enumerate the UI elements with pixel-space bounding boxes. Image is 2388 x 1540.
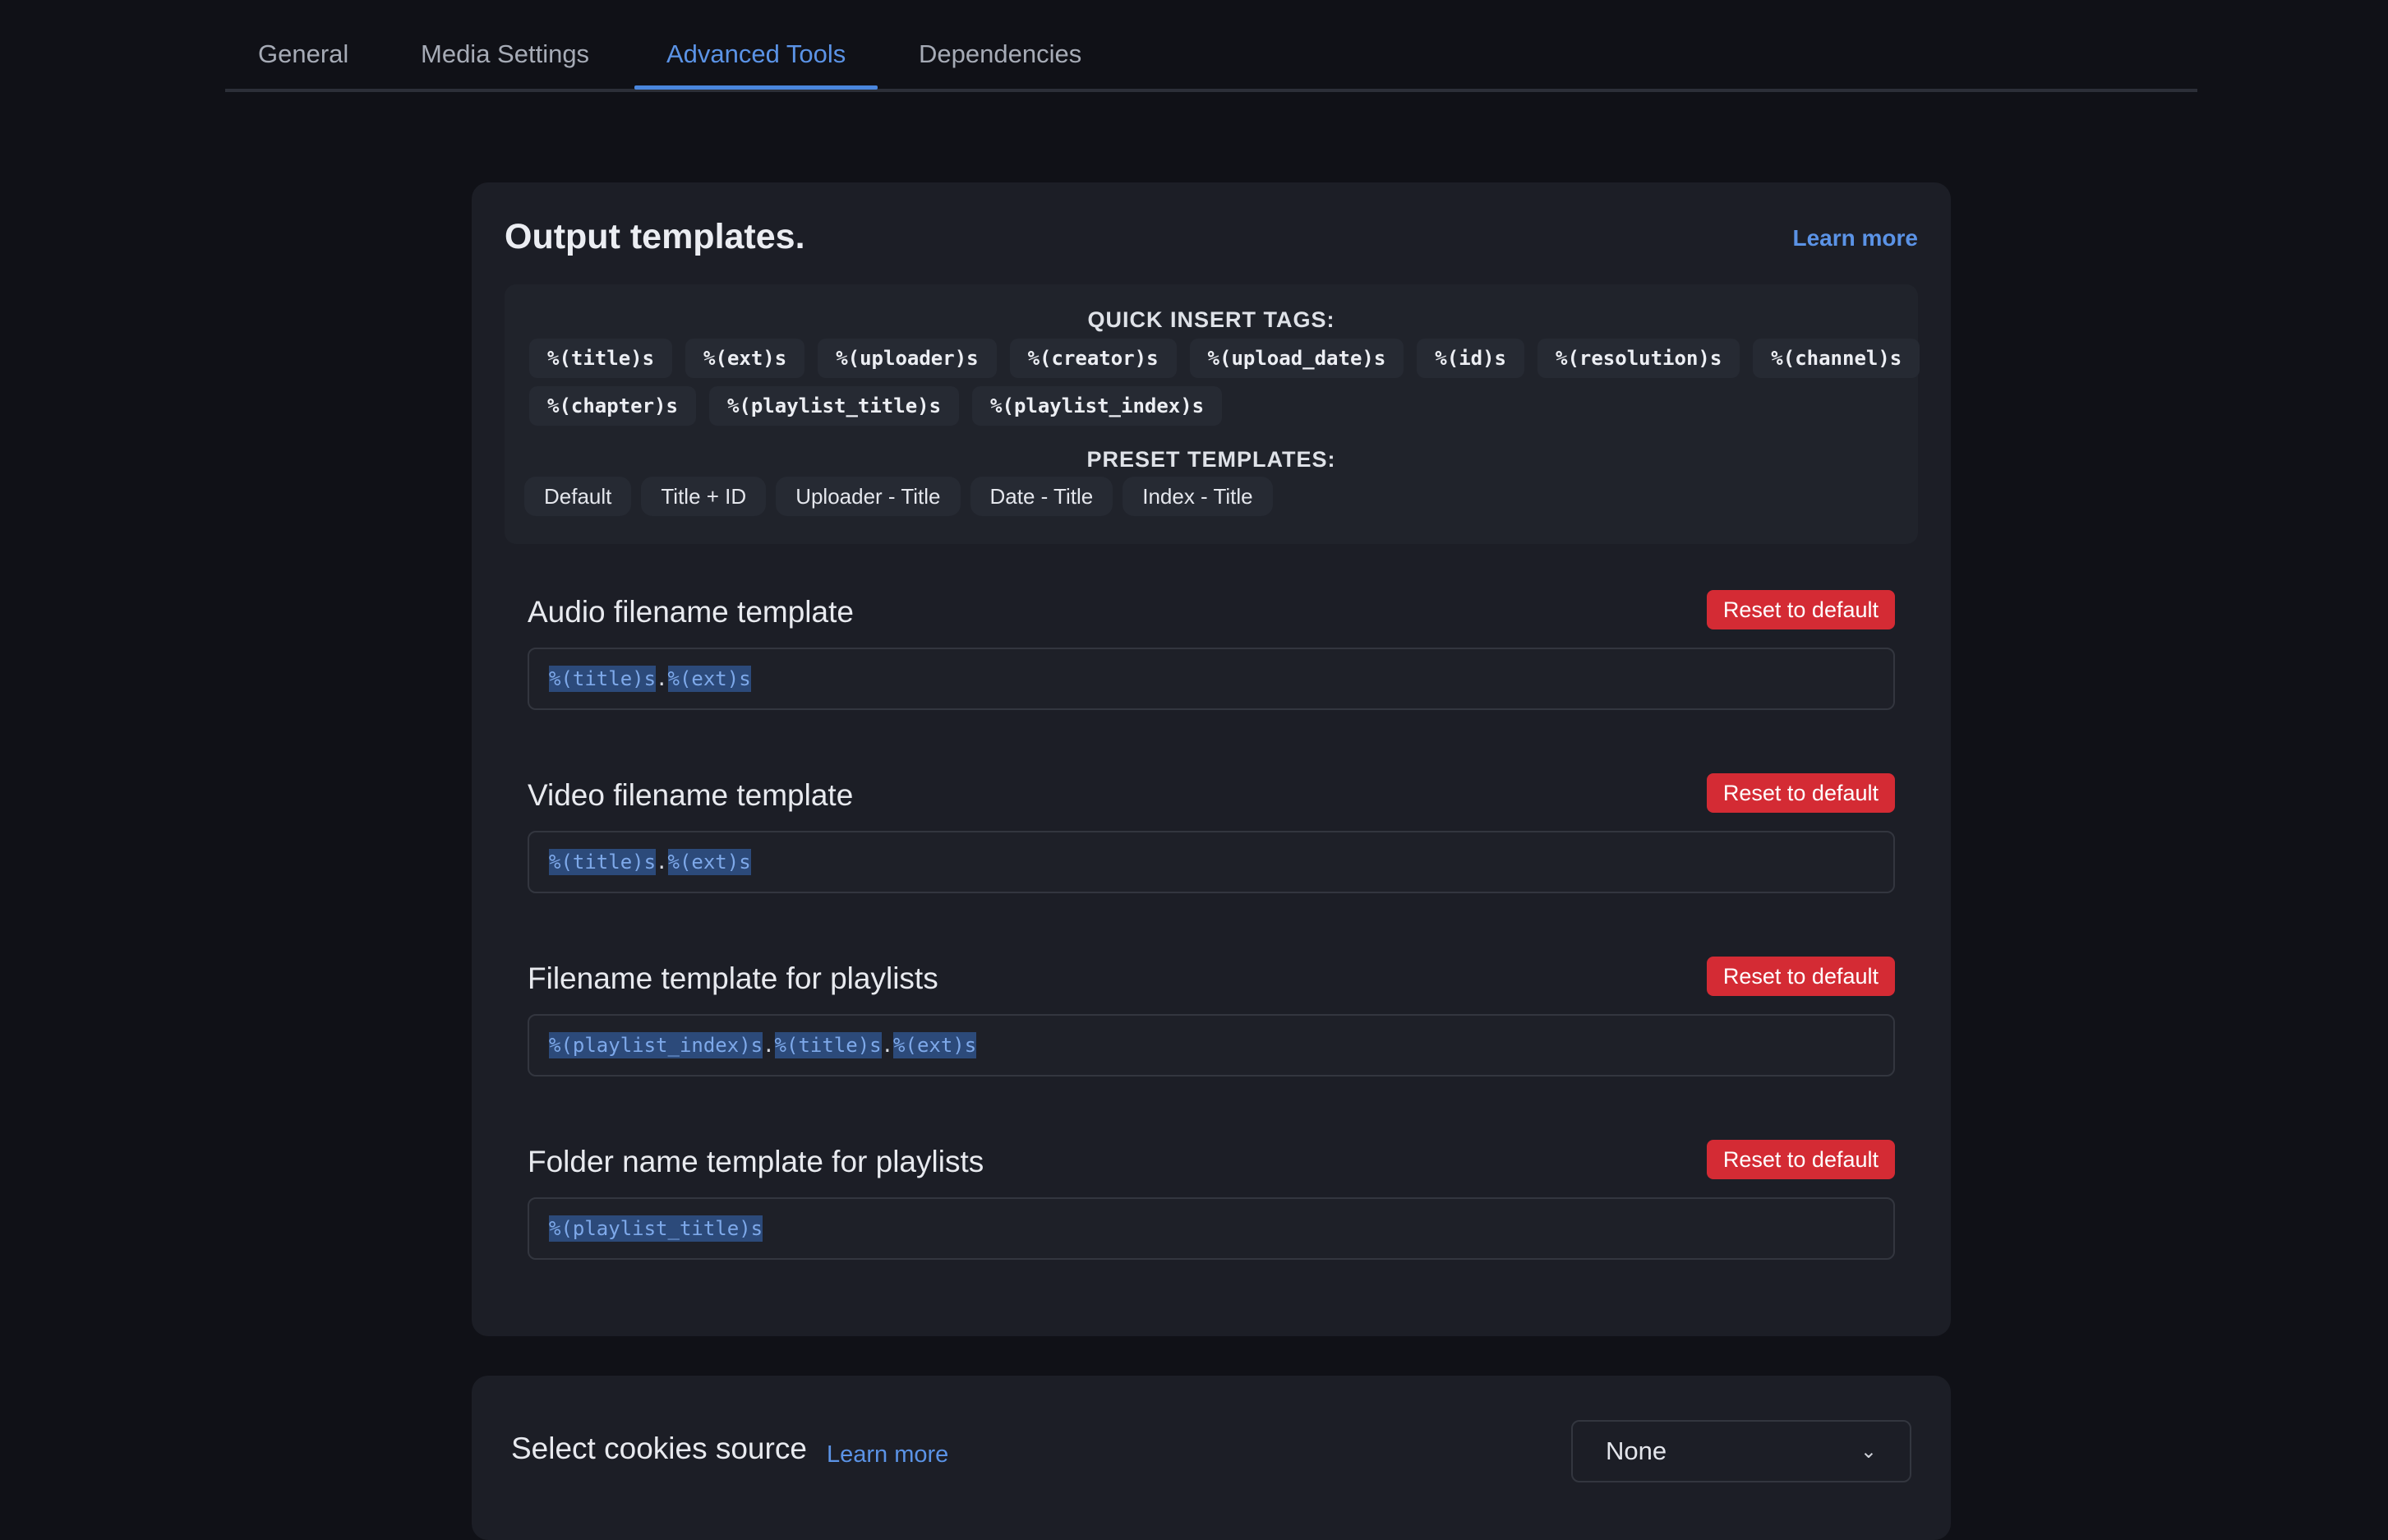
output-templates-learn-more-link[interactable]: Learn more (1793, 225, 1919, 251)
template-separator: . (656, 851, 668, 874)
cookies-learn-more-link[interactable]: Learn more (827, 1441, 948, 1469)
template-token: %(ext)s (667, 849, 751, 875)
template-token: %(title)s (774, 1032, 882, 1058)
cookies-source-label: Select cookies source (511, 1432, 807, 1465)
playlist-folder-reset-button[interactable]: Reset to default (1706, 1140, 1895, 1179)
template-token: %(ext)s (893, 1032, 977, 1058)
cookies-selected-value: None (1606, 1436, 1667, 1465)
quick-insert-tag[interactable]: %(playlist_index)s (972, 386, 1223, 426)
cookies-source-select[interactable]: None ⌄ (1571, 1420, 1911, 1482)
preset-template-button[interactable]: Title + ID (641, 477, 767, 516)
quick-insert-tag[interactable]: %(creator)s (1009, 339, 1177, 378)
video-reset-button[interactable]: Reset to default (1706, 773, 1895, 813)
quick-insert-tag[interactable]: %(playlist_title)s (708, 386, 960, 426)
playlist-filename-template-label: Filename template for playlists (528, 961, 938, 995)
chevron-down-icon: ⌄ (1860, 1440, 1877, 1463)
quick-insert-tag[interactable]: %(id)s (1417, 339, 1524, 378)
playlist-folder-template-label: Folder name template for playlists (528, 1145, 984, 1178)
tab-advanced-tools[interactable]: Advanced Tools (666, 39, 846, 69)
quick-insert-tag[interactable]: %(title)s (529, 339, 673, 378)
active-tab-indicator (634, 85, 878, 90)
output-templates-card: Output templates. Learn more QUICK INSER… (472, 182, 1951, 1336)
template-token: %(title)s (549, 666, 657, 692)
quick-insert-tag[interactable]: %(upload_date)s (1189, 339, 1404, 378)
preset-template-button[interactable]: Default (524, 477, 632, 516)
audio-template-label: Audio filename template (528, 595, 854, 629)
quick-insert-tag[interactable]: %(uploader)s (818, 339, 997, 378)
preset-template-button[interactable]: Index - Title (1123, 477, 1273, 516)
playlist-filename-template-input[interactable]: %(playlist_index)s. %(title)s. %(ext)s (528, 1014, 1895, 1077)
cookies-card: Select cookies source Learn more None ⌄ (472, 1376, 1951, 1540)
quick-insert-tag[interactable]: %(channel)s (1753, 339, 1920, 378)
playlist-folder-template-input[interactable]: %(playlist_title)s (528, 1197, 1895, 1260)
quick-insert-heading: QUICK INSERT TAGS: (1087, 307, 1335, 332)
tab-media-settings[interactable]: Media Settings (421, 39, 589, 69)
audio-template-input[interactable]: %(title)s. %(ext)s (528, 648, 1895, 710)
preset-templates-heading: PRESET TEMPLATES: (1086, 447, 1336, 472)
template-separator: . (656, 667, 668, 690)
tab-dependencies[interactable]: Dependencies (919, 39, 1081, 69)
template-token: %(ext)s (667, 666, 751, 692)
quick-insert-tags-row-1: %(title)s %(ext)s %(uploader)s %(creator)s%… (529, 339, 1920, 378)
quick-insert-tag[interactable]: %(resolution)s (1537, 339, 1740, 378)
audio-reset-button[interactable]: Reset to default (1706, 590, 1895, 629)
template-token: %(playlist_title)s (549, 1215, 763, 1242)
settings-tabs: General Media Settings Advanced Tools De… (225, 0, 2197, 92)
video-template-input[interactable]: %(title)s. %(ext)s (528, 831, 1895, 893)
template-token: %(playlist_index)s (549, 1032, 763, 1058)
quick-insert-tags-row-2: %(chapter)s %(playlist_title)s %(playlist_… (529, 386, 1223, 426)
preset-template-button[interactable]: Date - Title (970, 477, 1113, 516)
quick-insert-tag[interactable]: %(chapter)s (529, 386, 696, 426)
template-token: %(title)s (549, 849, 657, 875)
quick-insert-panel: QUICK INSERT TAGS: %(title)s %(ext)s %(upl… (505, 284, 1920, 544)
quick-insert-tag[interactable]: %(ext)s (685, 339, 805, 378)
preset-template-button[interactable]: Uploader - Title (776, 477, 961, 516)
tab-general[interactable]: General (258, 39, 348, 69)
output-templates-title: Output templates. (505, 217, 805, 256)
playlist-filename-reset-button[interactable]: Reset to default (1706, 957, 1895, 996)
preset-templates-row: Default Title + ID Uploader - Title Date - … (524, 477, 1273, 516)
template-separator: . (763, 1034, 775, 1057)
video-template-label: Video filename template (528, 778, 854, 812)
template-separator: . (881, 1034, 894, 1057)
